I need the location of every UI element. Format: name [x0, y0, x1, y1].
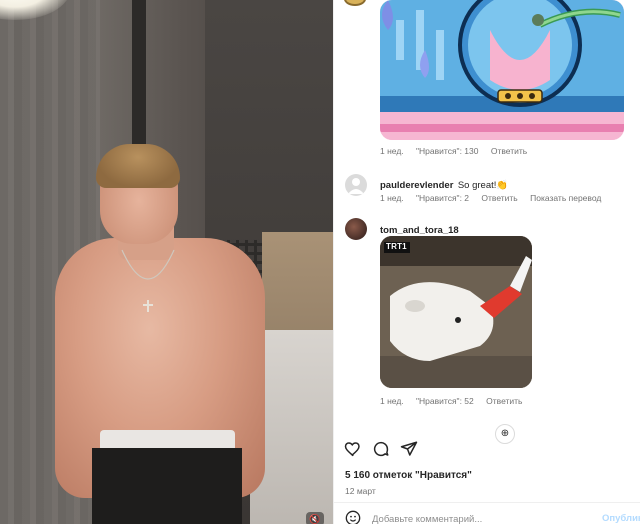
smiley-icon[interactable]: [345, 510, 361, 524]
instagram-post-view: 🔇 1 нед. "Нравится": 130 Ответить paulde…: [0, 0, 640, 524]
post-video[interactable]: 🔇: [0, 0, 333, 524]
comment-composer: Опублик: [334, 503, 640, 524]
comment-username[interactable]: tom_and_tora_18: [380, 225, 459, 236]
show-translation-button[interactable]: Показать перевод: [530, 193, 601, 203]
default-avatar-icon[interactable]: [345, 174, 367, 196]
heart-icon[interactable]: [344, 440, 364, 460]
comment-meta: 1 нед. "Нравится": 2 Ответить Показать п…: [380, 193, 611, 203]
paper-plane-icon[interactable]: [400, 440, 420, 460]
reply-button[interactable]: Ответить: [486, 396, 522, 406]
comment-time: 1 нед.: [380, 146, 404, 156]
calf-gif-image: [380, 236, 532, 388]
person-hair: [96, 144, 180, 188]
comment-time: 1 нед.: [380, 193, 404, 203]
black-shorts: [92, 448, 242, 524]
comment-input[interactable]: [372, 512, 592, 524]
comment-likes-count[interactable]: "Нравится": 130: [416, 146, 478, 156]
channel-badge: TRT1: [386, 242, 407, 251]
comment-text: So great!👏: [457, 180, 509, 191]
commenter-avatar[interactable]: [345, 218, 367, 240]
comments-panel: 1 нед. "Нравится": 130 Ответить pauldere…: [333, 0, 640, 524]
reply-button[interactable]: Ответить: [491, 146, 527, 156]
comment-meta: 1 нед. "Нравится": 52 Ответить: [380, 396, 532, 406]
commenter-avatar[interactable]: [344, 0, 366, 6]
comment-sticker[interactable]: TRT1: [380, 236, 532, 388]
speaker-muted-icon[interactable]: 🔇: [306, 512, 324, 524]
comment-username[interactable]: paulderevlender: [380, 180, 453, 191]
necklace: [121, 249, 175, 312]
comment-meta: 1 нед. "Нравится": 130 Ответить: [380, 146, 537, 156]
comment-sticker[interactable]: [380, 0, 624, 140]
comment-body: paulderevlender So great!👏: [380, 175, 508, 193]
comment-likes-count[interactable]: "Нравится": 52: [416, 396, 474, 406]
likes-count[interactable]: 5 160 отметок "Нравится": [345, 470, 472, 481]
comment-bubble-icon[interactable]: [372, 440, 392, 460]
post-action-bar: [344, 440, 634, 460]
cartoon-sticker-image: [380, 0, 624, 140]
reply-button[interactable]: Ответить: [481, 193, 517, 203]
post-comment-button[interactable]: Опублик: [602, 513, 640, 524]
comment-likes-count[interactable]: "Нравится": 2: [416, 193, 469, 203]
comment-time: 1 нед.: [380, 396, 404, 406]
post-date: 12 март: [345, 486, 376, 496]
